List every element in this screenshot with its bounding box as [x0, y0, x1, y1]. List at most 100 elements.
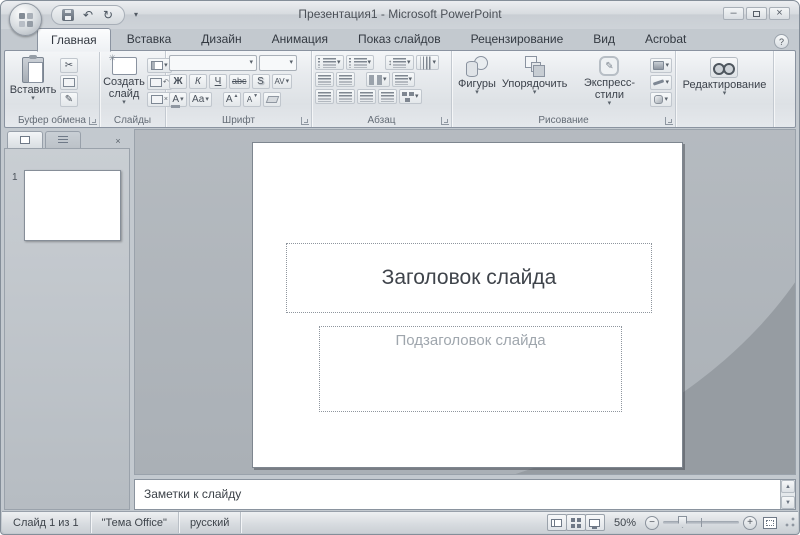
tab-review[interactable]: Рецензирование	[457, 27, 578, 51]
align-text-icon	[395, 75, 408, 85]
zoom-slider[interactable]	[663, 521, 739, 524]
drawing-dialog-launcher[interactable]	[665, 117, 673, 125]
slides-pane: × 1	[4, 129, 130, 510]
qat-customize-button[interactable]: ▾	[134, 10, 138, 19]
minimize-button[interactable]: –	[723, 7, 744, 20]
normal-view-button[interactable]	[547, 514, 567, 531]
slideshow-button[interactable]	[585, 514, 605, 531]
slide-counter[interactable]: Слайд 1 из 1	[2, 512, 91, 533]
convert-smartart-button[interactable]: ▾	[399, 89, 422, 104]
decrease-font-button[interactable]: А▼	[243, 92, 261, 107]
tab-design[interactable]: Дизайн	[187, 27, 255, 51]
zoom-in-button[interactable]: +	[743, 516, 757, 530]
strikethrough-button[interactable]: abc	[229, 74, 250, 89]
decrease-indent-button[interactable]	[315, 72, 334, 87]
clear-formatting-button[interactable]	[263, 92, 281, 107]
columns-dropdown-icon: ▾	[383, 78, 387, 82]
find-button[interactable]	[710, 57, 738, 78]
justify-button[interactable]	[378, 89, 397, 104]
notes-input[interactable]: Заметки к слайду	[135, 480, 780, 509]
title-placeholder[interactable]: Заголовок слайда	[286, 243, 652, 313]
normal-view-icon	[551, 519, 562, 527]
office-button[interactable]	[9, 3, 42, 36]
align-right-button[interactable]	[357, 89, 376, 104]
resize-grip[interactable]	[783, 516, 796, 529]
window-controls: – ×	[723, 7, 790, 20]
fit-to-window-button[interactable]	[763, 517, 777, 529]
bold-button[interactable]: Ж	[169, 74, 187, 89]
scroll-up-icon[interactable]: ▲	[781, 480, 795, 493]
bullets-lines-icon	[323, 58, 336, 68]
zoom-out-button[interactable]: −	[645, 516, 659, 530]
slide-sorter-button[interactable]	[566, 514, 586, 531]
quick-styles-dropdown-icon: ▾	[608, 102, 612, 106]
align-left-button[interactable]	[315, 89, 334, 104]
maximize-button[interactable]	[746, 7, 767, 20]
paragraph-dialog-launcher[interactable]	[441, 117, 449, 125]
tab-view[interactable]: Вид	[579, 27, 629, 51]
save-button[interactable]	[60, 7, 76, 23]
help-button[interactable]: ?	[774, 34, 789, 49]
shape-fill-button[interactable]: ▾	[650, 58, 672, 73]
slide-thumbnail[interactable]	[24, 170, 121, 241]
outline-tab[interactable]	[45, 131, 81, 148]
columns-button[interactable]: ▾	[366, 72, 390, 87]
font-color-button[interactable]: А▾	[169, 92, 187, 107]
tab-animation[interactable]: Анимация	[258, 27, 342, 51]
arrange-button[interactable]: Упорядочить ▾	[499, 55, 570, 97]
line-spacing-button[interactable]: ↕▾	[385, 55, 414, 70]
text-direction-icon	[420, 56, 430, 69]
group-drawing: Фигуры ▾ Упорядочить ▾ ✎ Экспресс-стили …	[452, 51, 676, 127]
paste-button[interactable]: Вставить ▾	[8, 55, 58, 103]
subtitle-placeholder[interactable]: Подзаголовок слайда	[319, 326, 622, 412]
character-spacing-button[interactable]: AV▾	[272, 74, 293, 89]
clipboard-group-label: Буфер обмена	[5, 115, 99, 127]
change-case-button[interactable]: Аа▾	[189, 92, 212, 107]
binoculars-icon	[713, 62, 735, 74]
numbering-button[interactable]: ▾	[346, 55, 375, 70]
underline-button[interactable]: Ч	[209, 74, 227, 89]
font-size-combo[interactable]: ▾	[259, 55, 297, 71]
quick-styles-button[interactable]: ✎ Экспресс-стили ▾	[570, 55, 648, 108]
clipboard-dialog-launcher[interactable]	[89, 117, 97, 125]
language-indicator[interactable]: русский	[179, 512, 241, 533]
copy-button[interactable]	[60, 75, 78, 90]
align-text-button[interactable]: ▾	[392, 72, 416, 87]
redo-button[interactable]: ↻	[100, 7, 116, 23]
theme-indicator[interactable]: "Тема Office"	[91, 512, 179, 533]
editing-dropdown-icon: ▾	[723, 92, 727, 96]
increase-font-button[interactable]: А▲	[223, 92, 242, 107]
slides-tab[interactable]	[7, 131, 43, 148]
undo-button[interactable]: ↶	[80, 7, 96, 23]
increase-indent-button[interactable]	[336, 72, 355, 87]
zoom-slider-thumb[interactable]	[678, 516, 687, 528]
font-dialog-launcher[interactable]	[301, 117, 309, 125]
new-slide-button[interactable]: ✳ Создать слайд ▾	[103, 55, 145, 107]
slide-canvas[interactable]: Заголовок слайда Подзаголовок слайда	[252, 142, 683, 468]
font-name-combo[interactable]: ▾	[169, 55, 257, 71]
tab-home[interactable]: Главная	[37, 28, 111, 52]
tab-insert[interactable]: Вставка	[113, 27, 186, 51]
text-direction-button[interactable]: ▾	[416, 55, 440, 70]
shapes-button[interactable]: Фигуры ▾	[455, 55, 499, 97]
shape-outline-button[interactable]: ▾	[650, 75, 672, 90]
format-painter-button[interactable]: ✎	[60, 92, 78, 107]
scroll-down-icon[interactable]: ▼	[781, 496, 795, 509]
close-pane-button[interactable]: ×	[111, 134, 125, 148]
font-name-dropdown-icon: ▾	[249, 61, 253, 65]
shapes-icon	[465, 56, 489, 77]
shape-effects-button[interactable]: ▾	[650, 92, 672, 107]
zoom-level[interactable]: 50%	[614, 517, 636, 529]
tab-slideshow[interactable]: Показ слайдов	[344, 27, 455, 51]
decrease-font-icon: А	[247, 96, 252, 104]
italic-button[interactable]: К	[189, 74, 207, 89]
tab-acrobat[interactable]: Acrobat	[631, 27, 700, 51]
cut-button[interactable]: ✂	[60, 58, 78, 73]
close-button[interactable]: ×	[769, 7, 790, 20]
text-shadow-button[interactable]: S	[252, 74, 270, 89]
bullets-button[interactable]: ▾	[315, 55, 344, 70]
font-color-icon: А	[172, 95, 179, 105]
notes-scrollbar[interactable]: ▲ ▼	[780, 480, 795, 509]
align-center-button[interactable]	[336, 89, 355, 104]
editing-button[interactable]: Редактирование ▾	[680, 55, 770, 98]
